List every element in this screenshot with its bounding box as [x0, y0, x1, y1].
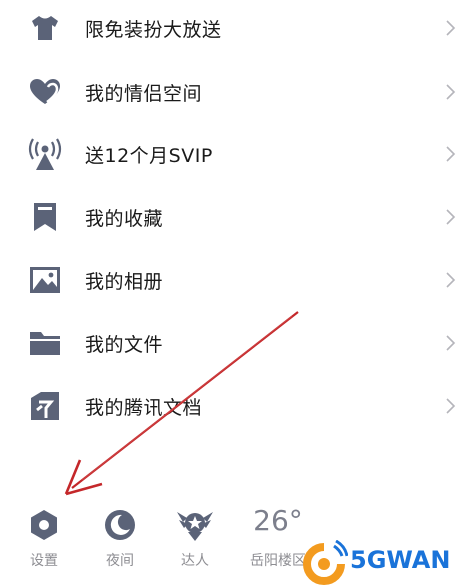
chevron-right-icon	[446, 272, 456, 288]
menu-item-svip[interactable]: 送12个月SVIP	[0, 124, 475, 184]
moon-icon	[100, 507, 140, 543]
menu-item-couple-space[interactable]: 我的情侣空间	[0, 62, 475, 122]
watermark: 5GWAN	[300, 540, 475, 587]
broadcast-icon	[28, 137, 62, 171]
menu-item-label: 送12个月SVIP	[85, 144, 213, 167]
expert-label: 达人	[181, 553, 209, 569]
menu-item-free-decoration[interactable]: 限免装扮大放送	[0, 0, 475, 58]
bookmark-icon	[28, 200, 62, 234]
chevron-right-icon	[446, 335, 456, 351]
menu-item-favorites[interactable]: 我的收藏	[0, 187, 475, 247]
night-mode-button[interactable]: 夜间	[85, 495, 155, 587]
menu-item-label: 我的文件	[85, 333, 164, 356]
folder-icon	[28, 326, 62, 360]
expert-button[interactable]: 达人	[160, 495, 230, 587]
menu-item-label: 我的收藏	[85, 207, 164, 230]
badge-icon	[175, 507, 215, 543]
chevron-right-icon	[446, 209, 456, 225]
watermark-logo-icon	[303, 540, 348, 585]
chevron-right-icon	[446, 398, 456, 414]
night-mode-label: 夜间	[106, 553, 134, 569]
menu-item-files[interactable]: 我的文件	[0, 313, 475, 373]
menu-item-label: 我的情侣空间	[85, 82, 203, 105]
watermark-text: 5GWAN	[350, 546, 451, 574]
menu-item-label: 我的腾讯文档	[85, 396, 203, 419]
weather-temperature: 26°	[253, 504, 303, 537]
chevron-right-icon	[446, 20, 456, 36]
settings-label: 设置	[30, 553, 58, 569]
chevron-right-icon	[446, 84, 456, 100]
menu-item-label: 限免装扮大放送	[85, 18, 222, 41]
photo-icon	[28, 263, 62, 297]
hearts-icon	[28, 75, 62, 109]
tshirt-icon	[28, 11, 62, 45]
menu-item-tencent-docs[interactable]: 我的腾讯文档	[0, 376, 475, 436]
settings-icon	[24, 507, 64, 543]
chevron-right-icon	[446, 146, 456, 162]
menu-item-album[interactable]: 我的相册	[0, 250, 475, 310]
menu-item-label: 我的相册	[85, 270, 164, 293]
docs-icon	[28, 389, 62, 423]
settings-button[interactable]: 设置	[9, 495, 79, 587]
